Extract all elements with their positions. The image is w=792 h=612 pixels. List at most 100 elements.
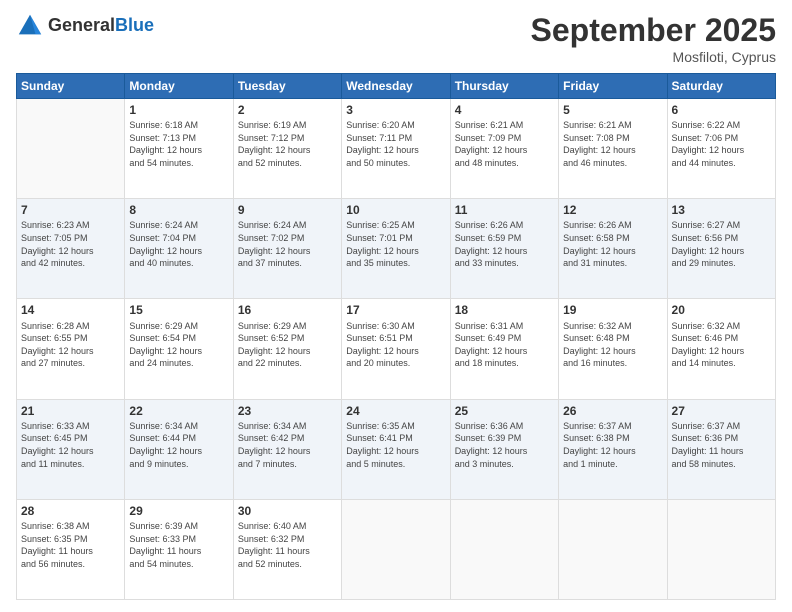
day-info: Sunrise: 6:36 AM Sunset: 6:39 PM Dayligh… <box>455 420 554 470</box>
col-saturday: Saturday <box>667 74 775 99</box>
table-row: 7Sunrise: 6:23 AM Sunset: 7:05 PM Daylig… <box>17 199 125 299</box>
day-number: 23 <box>238 403 337 419</box>
day-number: 18 <box>455 302 554 318</box>
day-number: 28 <box>21 503 120 519</box>
table-row: 22Sunrise: 6:34 AM Sunset: 6:44 PM Dayli… <box>125 399 233 499</box>
logo-blue: Blue <box>115 15 154 35</box>
day-info: Sunrise: 6:38 AM Sunset: 6:35 PM Dayligh… <box>21 520 120 570</box>
day-number: 6 <box>672 102 771 118</box>
day-info: Sunrise: 6:26 AM Sunset: 6:59 PM Dayligh… <box>455 219 554 269</box>
table-row <box>450 499 558 599</box>
day-info: Sunrise: 6:32 AM Sunset: 6:48 PM Dayligh… <box>563 320 662 370</box>
table-row <box>667 499 775 599</box>
logo-icon <box>16 12 44 40</box>
day-info: Sunrise: 6:19 AM Sunset: 7:12 PM Dayligh… <box>238 119 337 169</box>
table-row: 28Sunrise: 6:38 AM Sunset: 6:35 PM Dayli… <box>17 499 125 599</box>
day-number: 20 <box>672 302 771 318</box>
day-info: Sunrise: 6:40 AM Sunset: 6:32 PM Dayligh… <box>238 520 337 570</box>
col-thursday: Thursday <box>450 74 558 99</box>
col-monday: Monday <box>125 74 233 99</box>
table-row: 23Sunrise: 6:34 AM Sunset: 6:42 PM Dayli… <box>233 399 341 499</box>
day-number: 27 <box>672 403 771 419</box>
calendar-table: Sunday Monday Tuesday Wednesday Thursday… <box>16 73 776 600</box>
table-row: 6Sunrise: 6:22 AM Sunset: 7:06 PM Daylig… <box>667 99 775 199</box>
day-info: Sunrise: 6:21 AM Sunset: 7:09 PM Dayligh… <box>455 119 554 169</box>
day-info: Sunrise: 6:39 AM Sunset: 6:33 PM Dayligh… <box>129 520 228 570</box>
table-row: 16 Sunrise: 6:29 AM Sunset: 6:52 PM Dayli… <box>233 299 341 399</box>
day-info: Sunrise: 6:37 AM Sunset: 6:36 PM Dayligh… <box>672 420 771 470</box>
day-info: Sunrise: 6:20 AM Sunset: 7:11 PM Dayligh… <box>346 119 445 169</box>
day-number: 11 <box>455 202 554 218</box>
col-sunday: Sunday <box>17 74 125 99</box>
day-number: 30 <box>238 503 337 519</box>
table-row: 11Sunrise: 6:26 AM Sunset: 6:59 PM Dayli… <box>450 199 558 299</box>
table-row: 5Sunrise: 6:21 AM Sunset: 7:08 PM Daylig… <box>559 99 667 199</box>
table-row: 26Sunrise: 6:37 AM Sunset: 6:38 PM Dayli… <box>559 399 667 499</box>
col-tuesday: Tuesday <box>233 74 341 99</box>
day-number: 29 <box>129 503 228 519</box>
table-row: 2Sunrise: 6:19 AM Sunset: 7:12 PM Daylig… <box>233 99 341 199</box>
day-info: Sunrise: 6:37 AM Sunset: 6:38 PM Dayligh… <box>563 420 662 470</box>
week-row-1: 1Sunrise: 6:18 AM Sunset: 7:13 PM Daylig… <box>17 99 776 199</box>
day-number: 7 <box>21 202 120 218</box>
table-row: 21Sunrise: 6:33 AM Sunset: 6:45 PM Dayli… <box>17 399 125 499</box>
day-info: Sunrise: 6:32 AM Sunset: 6:46 PM Dayligh… <box>672 320 771 370</box>
table-row: 13Sunrise: 6:27 AM Sunset: 6:56 PM Dayli… <box>667 199 775 299</box>
table-row: 20 Sunrise: 6:32 AM Sunset: 6:46 PM Dayli… <box>667 299 775 399</box>
day-number: 21 <box>21 403 120 419</box>
table-row: 14 Sunrise: 6:28 AM Sunset: 6:55 PM Dayli… <box>17 299 125 399</box>
header: GeneralBlue September 2025 Mosfiloti, Cy… <box>16 12 776 65</box>
day-number: 1 <box>129 102 228 118</box>
day-info: Sunrise: 6:24 AM Sunset: 7:02 PM Dayligh… <box>238 219 337 269</box>
day-info: Sunrise: 6:26 AM Sunset: 6:58 PM Dayligh… <box>563 219 662 269</box>
day-number: 22 <box>129 403 228 419</box>
page: GeneralBlue September 2025 Mosfiloti, Cy… <box>0 0 792 612</box>
calendar-header-row: Sunday Monday Tuesday Wednesday Thursday… <box>17 74 776 99</box>
table-row <box>17 99 125 199</box>
day-info: Sunrise: 6:33 AM Sunset: 6:45 PM Dayligh… <box>21 420 120 470</box>
week-row-4: 21Sunrise: 6:33 AM Sunset: 6:45 PM Dayli… <box>17 399 776 499</box>
table-row <box>342 499 450 599</box>
location: Mosfiloti, Cyprus <box>531 49 776 65</box>
logo-general: General <box>48 15 115 35</box>
week-row-2: 7Sunrise: 6:23 AM Sunset: 7:05 PM Daylig… <box>17 199 776 299</box>
logo-text: GeneralBlue <box>48 16 154 36</box>
day-info: Sunrise: 6:27 AM Sunset: 6:56 PM Dayligh… <box>672 219 771 269</box>
table-row: 19 Sunrise: 6:32 AM Sunset: 6:48 PM Dayli… <box>559 299 667 399</box>
table-row: 3Sunrise: 6:20 AM Sunset: 7:11 PM Daylig… <box>342 99 450 199</box>
day-number: 10 <box>346 202 445 218</box>
day-number: 2 <box>238 102 337 118</box>
table-row: 9Sunrise: 6:24 AM Sunset: 7:02 PM Daylig… <box>233 199 341 299</box>
day-number: 16 <box>238 302 337 318</box>
table-row: 29Sunrise: 6:39 AM Sunset: 6:33 PM Dayli… <box>125 499 233 599</box>
day-number: 5 <box>563 102 662 118</box>
table-row: 10Sunrise: 6:25 AM Sunset: 7:01 PM Dayli… <box>342 199 450 299</box>
day-number: 24 <box>346 403 445 419</box>
day-number: 25 <box>455 403 554 419</box>
day-info: Sunrise: 6:28 AM Sunset: 6:55 PM Dayligh… <box>21 320 120 370</box>
day-number: 26 <box>563 403 662 419</box>
day-number: 19 <box>563 302 662 318</box>
month-title: September 2025 <box>531 12 776 49</box>
day-info: Sunrise: 6:24 AM Sunset: 7:04 PM Dayligh… <box>129 219 228 269</box>
day-info: Sunrise: 6:34 AM Sunset: 6:44 PM Dayligh… <box>129 420 228 470</box>
day-number: 8 <box>129 202 228 218</box>
table-row: 30Sunrise: 6:40 AM Sunset: 6:32 PM Dayli… <box>233 499 341 599</box>
table-row: 17 Sunrise: 6:30 AM Sunset: 6:51 PM Dayli… <box>342 299 450 399</box>
day-number: 4 <box>455 102 554 118</box>
day-info: Sunrise: 6:25 AM Sunset: 7:01 PM Dayligh… <box>346 219 445 269</box>
day-number: 9 <box>238 202 337 218</box>
title-section: September 2025 Mosfiloti, Cyprus <box>531 12 776 65</box>
day-info: Sunrise: 6:22 AM Sunset: 7:06 PM Dayligh… <box>672 119 771 169</box>
day-info: Sunrise: 6:30 AM Sunset: 6:51 PM Dayligh… <box>346 320 445 370</box>
table-row: 24Sunrise: 6:35 AM Sunset: 6:41 PM Dayli… <box>342 399 450 499</box>
table-row: 4Sunrise: 6:21 AM Sunset: 7:09 PM Daylig… <box>450 99 558 199</box>
table-row <box>559 499 667 599</box>
day-number: 14 <box>21 302 120 318</box>
day-info: Sunrise: 6:29 AM Sunset: 6:52 PM Dayligh… <box>238 320 337 370</box>
day-number: 17 <box>346 302 445 318</box>
day-info: Sunrise: 6:34 AM Sunset: 6:42 PM Dayligh… <box>238 420 337 470</box>
week-row-3: 14 Sunrise: 6:28 AM Sunset: 6:55 PM Dayli… <box>17 299 776 399</box>
day-info: Sunrise: 6:31 AM Sunset: 6:49 PM Dayligh… <box>455 320 554 370</box>
table-row: 18 Sunrise: 6:31 AM Sunset: 6:49 PM Dayli… <box>450 299 558 399</box>
